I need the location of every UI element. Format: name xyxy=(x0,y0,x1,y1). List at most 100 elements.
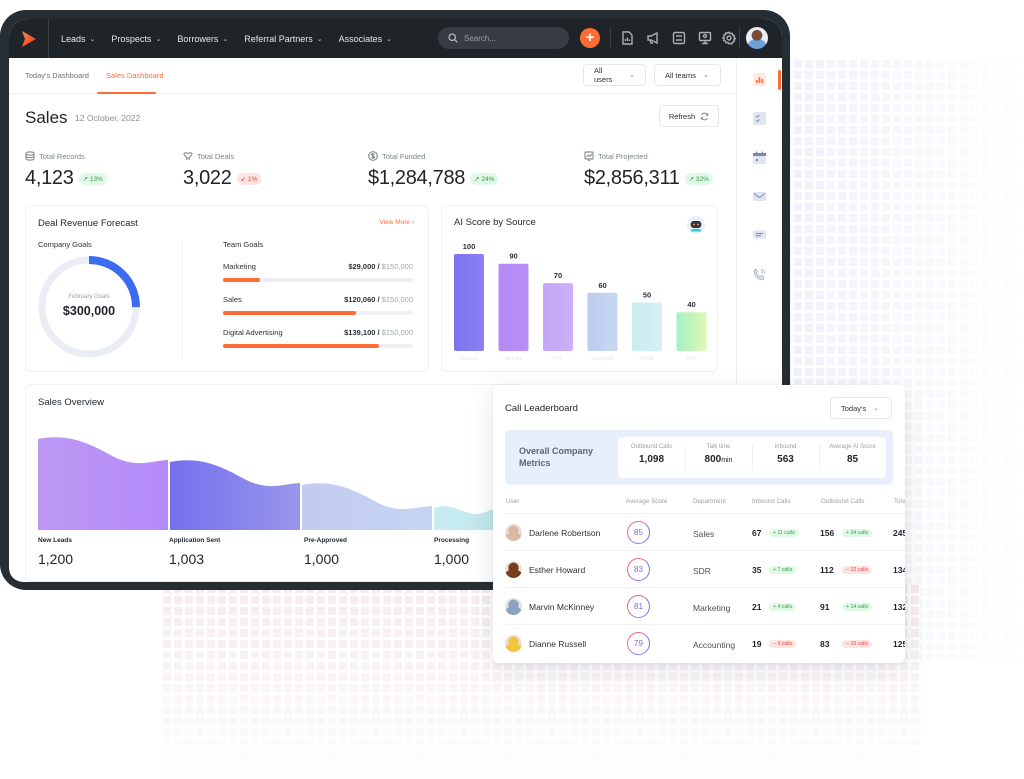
data-label: 100 xyxy=(463,242,476,251)
users-filter-dropdown[interactable]: All users ⌄ xyxy=(583,64,646,86)
page-date: 12 October, 2022 xyxy=(75,113,141,123)
stat-total-deals: Total Deals 3,022 ↙ 1% xyxy=(183,151,262,190)
goal-progress-fill xyxy=(223,344,379,348)
calendar-icon[interactable] xyxy=(752,150,766,164)
goal-amount: $139,100 xyxy=(344,328,376,337)
score-badge: 81 xyxy=(627,595,650,618)
bar-website[interactable] xyxy=(498,263,529,351)
active-rail-indicator xyxy=(778,70,781,90)
teams-filter-dropdown[interactable]: All teams ⌄ xyxy=(654,64,721,86)
score-badge: 85 xyxy=(627,521,650,544)
gear-icon[interactable] xyxy=(721,30,737,46)
category-label: Portal xyxy=(640,356,653,362)
mail-icon[interactable] xyxy=(752,189,766,203)
area-segment-new-leads[interactable] xyxy=(38,437,168,530)
avatar xyxy=(505,524,522,541)
area-segment-processing[interactable] xyxy=(434,506,498,530)
handshake-icon xyxy=(183,151,193,161)
view-more-label: View More xyxy=(379,219,411,226)
nav-associates[interactable]: Associates ⌄ xyxy=(339,34,392,44)
bar-portal[interactable] xyxy=(632,302,662,352)
user-avatar[interactable] xyxy=(746,27,768,49)
data-label: 70 xyxy=(554,271,562,280)
goal-total: $150,000 xyxy=(381,328,413,337)
plus-icon: + xyxy=(585,29,595,46)
period-dropdown[interactable]: Today's ⌄ xyxy=(830,397,892,419)
checklist-icon[interactable] xyxy=(671,30,687,46)
table-row[interactable]: Dianne Russell 79 Accounting 19 − 9 calls 83 −… xyxy=(505,624,905,661)
stat-label: Total Deals xyxy=(197,151,235,161)
category-label: PPC xyxy=(553,356,564,362)
column-header-total[interactable]: Total xyxy=(894,498,905,505)
card-title: Deal Revenue Forecast xyxy=(38,218,138,229)
column-header-outbound-calls[interactable]: Outbound Calls xyxy=(821,498,864,505)
search-icon xyxy=(448,33,458,43)
chevron-down-icon: ⌄ xyxy=(702,72,709,79)
ai-score-card: 100 Sourced 90 Website 70 PPC 60 Leadpoint 50 Por… xyxy=(441,205,718,372)
table-row[interactable]: Marvin McKinney 81 Marketing 21 + 4 calls 91 +… xyxy=(505,587,905,624)
metric-average-ai-score: Average AI Score 85 xyxy=(819,437,886,478)
metric-outbound-calls: Outbound Calls 1,098 xyxy=(618,437,685,478)
add-button[interactable]: + xyxy=(580,28,600,48)
data-label: 40 xyxy=(687,300,695,309)
metric-value: 1,098 xyxy=(638,454,665,465)
column-header-average-score[interactable]: Average Score xyxy=(626,498,668,505)
goal-progress-track xyxy=(223,344,413,348)
refresh-button[interactable]: Refresh xyxy=(659,105,719,127)
checklist-icon[interactable] xyxy=(752,111,766,125)
goal-progress-track xyxy=(223,278,413,282)
data-label: 50 xyxy=(643,291,651,300)
company-metrics-panel: Overall Company Metrics Outbound Calls 1,… xyxy=(505,430,893,485)
goal-progress-track xyxy=(223,311,413,315)
logo[interactable] xyxy=(9,19,49,58)
bar-ppc[interactable] xyxy=(543,283,573,351)
area-segment-application-sent[interactable] xyxy=(170,460,300,530)
metric-label: Average AI Score xyxy=(829,444,876,450)
bar-leadpoint[interactable] xyxy=(587,292,618,351)
nav-referral-partners[interactable]: Referral Partners ⌄ xyxy=(244,34,322,44)
avatar xyxy=(505,598,522,615)
nav-leads[interactable]: Leads ⌄ xyxy=(61,34,95,44)
report-icon[interactable] xyxy=(619,30,635,46)
bar-chart-icon[interactable] xyxy=(752,72,766,86)
nav-prospects[interactable]: Prospects ⌄ xyxy=(111,34,161,44)
category-label: Leadpoint xyxy=(592,356,615,362)
stage-value: 1,003 xyxy=(169,551,205,567)
stat-total-projected: Total Projected $2,856,311 ↗ 32% xyxy=(584,151,713,190)
database-icon xyxy=(25,151,35,161)
goal-amount: $120,060 xyxy=(344,295,376,304)
megaphone-icon[interactable] xyxy=(645,30,661,46)
search-input[interactable] xyxy=(464,33,564,43)
change-value: 13% xyxy=(89,175,103,183)
nav-label: Prospects xyxy=(111,33,152,44)
stat-value: 4,123 xyxy=(25,167,74,189)
change-badge: ↗ 32% xyxy=(684,172,713,185)
outbound-calls: 156 xyxy=(820,528,835,538)
chevron-down-icon: ⌄ xyxy=(386,35,393,43)
table-row[interactable]: Esther Howard 83 SDR 35 + 7 calls 112 − 12 cal… xyxy=(505,550,905,587)
tab-sales-dashboard[interactable]: Sales Dashboard xyxy=(106,71,164,80)
metrics-title: Overall Company Metrics xyxy=(519,446,594,468)
nav-label: Referral Partners xyxy=(244,33,313,44)
column-header-department[interactable]: Department xyxy=(693,498,726,505)
table-row[interactable]: Darlene Robertson 85 Sales 67 + 11 calls 156 +… xyxy=(505,513,905,550)
tab-todays-dashboard[interactable]: Today's Dashboard xyxy=(25,71,89,80)
category-label: Website xyxy=(505,356,523,362)
nav-label: Borrowers xyxy=(177,33,219,44)
nav-borrowers[interactable]: Borrowers ⌄ xyxy=(177,34,228,44)
presentation-icon[interactable] xyxy=(697,30,713,46)
bar-fru[interactable] xyxy=(676,312,707,351)
chat-icon[interactable] xyxy=(752,228,766,242)
outbound-delta: + 14 calls xyxy=(842,603,873,611)
area-segment-pre-approved[interactable] xyxy=(302,483,432,530)
department: Sales xyxy=(693,529,715,539)
phone-icon[interactable] xyxy=(752,267,766,281)
column-header-user[interactable]: User xyxy=(506,498,519,505)
column-header-inbound-calls[interactable]: Inbound Calls xyxy=(752,498,791,505)
change-value: 1% xyxy=(247,175,258,183)
bar-sourced[interactable] xyxy=(454,254,484,351)
team-goal-marketing: Marketing $29,000 / $150,000 xyxy=(223,262,413,282)
category-label: FRU xyxy=(686,356,697,362)
view-more-link[interactable]: View More › xyxy=(379,219,414,226)
team-goal-digital-advertising: Digital Advertising $139,100 / $150,000 xyxy=(223,328,413,348)
